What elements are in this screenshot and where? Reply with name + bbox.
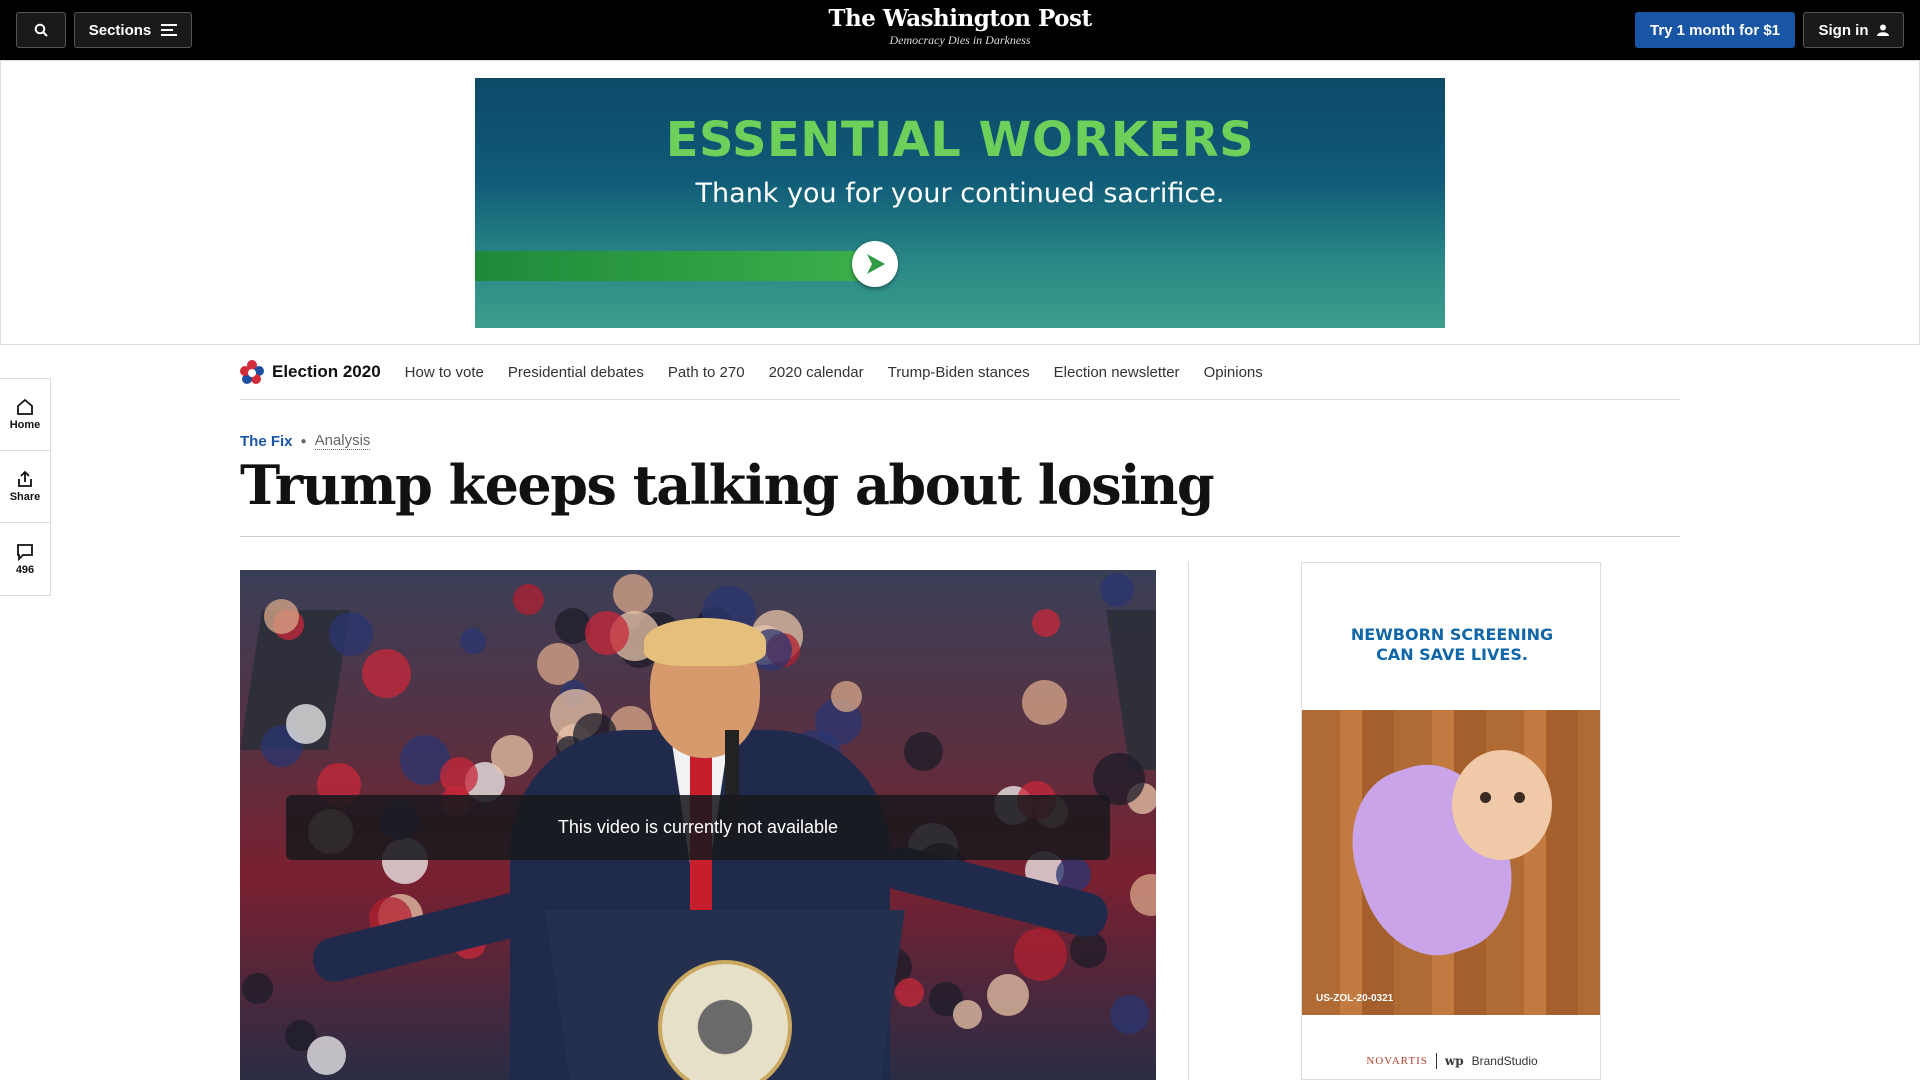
hamburger-icon: [161, 24, 178, 36]
kicker-separator: ●: [300, 435, 307, 447]
footer-divider: [1435, 1053, 1437, 1069]
crowd-figure: [987, 974, 1029, 1016]
crowd-figure: [1110, 995, 1149, 1034]
crowd-figure: [1022, 680, 1067, 725]
wp-mark: wp: [1444, 1054, 1464, 1068]
nav-opinions[interactable]: Opinions: [1204, 364, 1263, 381]
rail-share-label: Share: [9, 491, 41, 503]
article-headline: Trump keeps talking about losing: [240, 453, 1215, 517]
nav-election-newsletter[interactable]: Election newsletter: [1054, 364, 1180, 381]
election-2020-brand[interactable]: Election 2020: [240, 360, 381, 384]
crowd-figure: [1032, 609, 1060, 637]
ad-progress-bar: [475, 251, 875, 281]
crowd-figure: [831, 681, 862, 712]
rail-home-label: Home: [9, 419, 41, 431]
crowd-figure: [242, 973, 273, 1004]
ad-play-button[interactable]: [852, 241, 898, 287]
comment-icon: [17, 543, 33, 561]
nav-path-to-270[interactable]: Path to 270: [668, 364, 745, 381]
ad-subtext: Thank you for your continued sacrifice.: [695, 178, 1225, 209]
headline-divider: [240, 536, 1680, 537]
essential-workers-ad[interactable]: ESSENTIAL WORKERS Thank you for your con…: [475, 78, 1445, 328]
baby-eye: [1480, 792, 1491, 803]
video-player[interactable]: This video is currently not available: [240, 570, 1156, 1080]
crowd-figure: [362, 649, 411, 698]
crowd-figure: [286, 704, 326, 744]
crowd-figure: [1130, 874, 1156, 916]
baby-face: [1452, 750, 1552, 860]
brandstudio-label: BrandStudio: [1471, 1054, 1538, 1068]
crowd-figure: [1014, 928, 1067, 981]
crowd-figure: [491, 735, 533, 777]
sections-label: Sections: [88, 21, 152, 39]
crowd-figure: [585, 611, 629, 655]
nav-trump-biden-stances[interactable]: Trump-Biden stances: [888, 364, 1030, 381]
search-button[interactable]: [16, 12, 66, 48]
section-link-the-fix[interactable]: The Fix: [240, 433, 293, 450]
crowd-figure: [537, 643, 579, 685]
crowd-figure: [307, 1036, 346, 1075]
election-star-icon: [240, 360, 264, 384]
nav-presidential-debates[interactable]: Presidential debates: [508, 364, 644, 381]
subscribe-button[interactable]: Try 1 month for $1: [1635, 12, 1795, 48]
crowd-figure: [264, 599, 299, 634]
sign-in-button[interactable]: Sign in: [1803, 12, 1904, 48]
share-icon: [18, 470, 32, 487]
crowd-figure: [895, 978, 924, 1007]
side-ad-code: US-ZOL-20-0321: [1316, 993, 1394, 1004]
analysis-label[interactable]: Analysis: [314, 432, 371, 450]
masthead-logo[interactable]: The Washington Post Democracy Dies in Da…: [760, 5, 1160, 48]
rail-share-button[interactable]: Share: [0, 451, 50, 523]
home-icon: [17, 398, 33, 415]
article-left-rail: Home Share 496: [0, 378, 51, 596]
crowd-figure: [513, 584, 544, 615]
election-2020-nav: Election 2020 How to vote Presidential d…: [240, 345, 1680, 400]
rail-comments-count: 496: [15, 563, 35, 576]
nav-2020-calendar[interactable]: 2020 calendar: [769, 364, 864, 381]
play-arrow-icon: [867, 254, 885, 274]
column-divider: [1188, 562, 1189, 1080]
article-kicker: The Fix ● Analysis: [240, 432, 371, 450]
crowd-figure: [329, 612, 373, 656]
top-navigation-bar: Sections The Washington Post Democracy D…: [0, 0, 1920, 60]
site-logo[interactable]: The Washington Post: [760, 5, 1160, 32]
video-unavailable-message: This video is currently not available: [286, 795, 1110, 860]
nav-how-to-vote[interactable]: How to vote: [405, 364, 484, 381]
rail-comments-button[interactable]: 496: [0, 523, 50, 595]
baby-photo: [1302, 710, 1600, 1015]
crowd-figure: [460, 628, 486, 654]
novartis-logo: NOVARTIS: [1366, 1055, 1428, 1067]
search-icon: [34, 23, 48, 37]
user-icon: [1876, 24, 1889, 36]
side-ad-headline: NEWBORN SCREENING CAN SAVE LIVES.: [1302, 625, 1600, 665]
crowd-figure: [613, 574, 653, 614]
rail-home-button[interactable]: Home: [0, 379, 50, 451]
sections-menu-button[interactable]: Sections: [74, 12, 192, 48]
crowd-figure: [904, 732, 943, 771]
ad-headline: ESSENTIAL WORKERS: [665, 112, 1255, 168]
election-brand-label: Election 2020: [272, 362, 381, 381]
speaker-hair: [644, 618, 766, 666]
side-ad-headline-line2: CAN SAVE LIVES.: [1376, 645, 1528, 664]
newborn-screening-ad[interactable]: NEWBORN SCREENING CAN SAVE LIVES. US-ZOL…: [1301, 562, 1601, 1080]
side-ad-headline-line1: NEWBORN SCREENING: [1350, 625, 1554, 644]
site-tagline: Democracy Dies in Darkness: [889, 33, 1031, 47]
side-ad-footer: NOVARTIS wp BrandStudio: [1302, 1053, 1600, 1069]
crowd-figure: [440, 757, 478, 795]
crowd-figure: [953, 1000, 982, 1029]
crowd-figure: [1100, 573, 1134, 607]
baby-eye: [1514, 792, 1525, 803]
teleprompter-right: [1106, 610, 1156, 770]
sign-in-label: Sign in: [1818, 21, 1869, 39]
